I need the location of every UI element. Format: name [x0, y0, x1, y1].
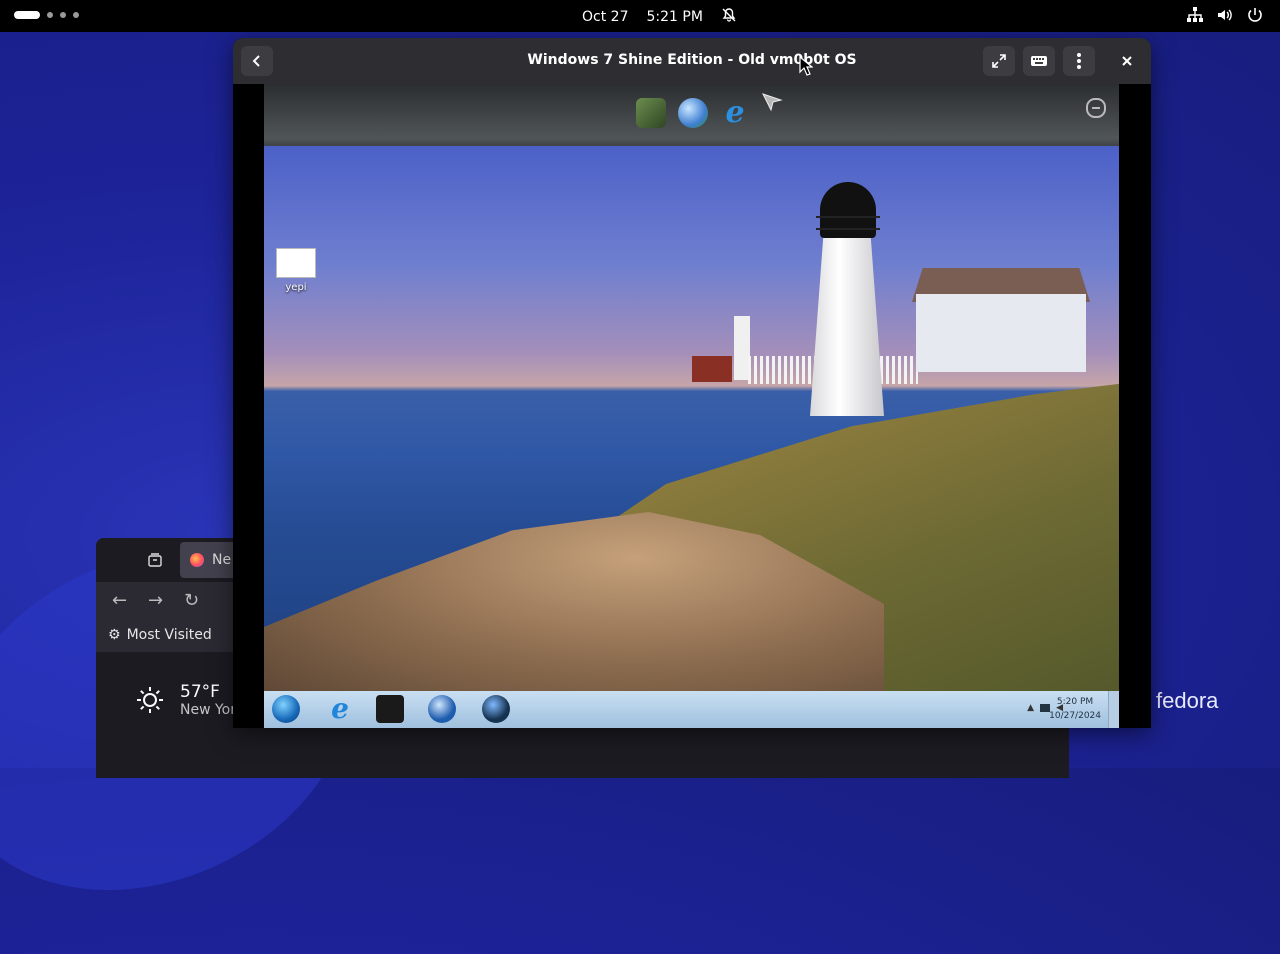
keyboard-button[interactable]	[1023, 46, 1055, 76]
red-shed	[692, 356, 732, 382]
clock[interactable]: Oct 27 5:21 PM	[582, 7, 737, 27]
document-icon	[276, 248, 316, 278]
tab-overview-icon[interactable]	[146, 551, 164, 569]
system-tray[interactable]	[1186, 6, 1264, 24]
clock-time: 5:21 PM	[646, 9, 703, 25]
desktop-wallpaper-lighthouse: yepi	[264, 146, 1119, 728]
weather-widget[interactable]: 57°F New Yor	[136, 682, 236, 718]
sun-icon	[137, 687, 163, 713]
most-visited-label: Most Visited	[126, 627, 212, 643]
firefox-tab-title: Ne	[212, 552, 232, 568]
start-button[interactable]	[272, 695, 300, 723]
fullscreen-icon	[992, 54, 1006, 68]
power-icon[interactable]	[1246, 6, 1264, 24]
network-icon[interactable]	[1186, 6, 1204, 24]
workspace-indicator[interactable]	[14, 11, 79, 19]
workspace-dot[interactable]	[73, 12, 79, 18]
globe-icon[interactable]	[482, 695, 510, 723]
top-bar: Oct 27 5:21 PM	[0, 0, 1280, 32]
mouse-cursor-icon	[799, 56, 813, 76]
internet-explorer-icon[interactable]: e	[326, 695, 354, 723]
show-desktop-button[interactable]	[1108, 691, 1119, 728]
back-arrow-icon[interactable]: ←	[112, 590, 127, 611]
gear-icon: ⚙	[108, 627, 121, 643]
volume-icon[interactable]	[1216, 6, 1234, 24]
firefox-icon	[190, 553, 204, 567]
guest-menu-icon[interactable]	[1086, 98, 1106, 118]
guest-top-dock: e	[264, 84, 1119, 148]
windows-taskbar: e ▲ ◀ 5:20 PM 10/27/2024	[264, 691, 1119, 728]
lighthouse-rail	[816, 216, 880, 230]
kebab-menu-icon	[1077, 53, 1081, 69]
keeper-house	[916, 294, 1086, 372]
vm-display[interactable]: e yepi e ▲ ◀ 5:20 PM 10/27/2024	[264, 84, 1119, 728]
desktop-icon-label: yepi	[285, 282, 307, 293]
media-player-icon[interactable]	[428, 695, 456, 723]
clock-date: Oct 27	[582, 9, 629, 25]
app-icon[interactable]	[636, 98, 666, 128]
menu-button[interactable]	[1063, 46, 1095, 76]
desktop-icon-yepi[interactable]: yepi	[276, 248, 316, 293]
tray-arrow-icon[interactable]: ▲	[1027, 703, 1034, 713]
guest-cursor-icon	[762, 93, 783, 112]
workspace-dot[interactable]	[47, 12, 53, 18]
workspace-dot[interactable]	[60, 12, 66, 18]
notifications-off-icon	[721, 7, 737, 27]
reload-icon[interactable]: ↻	[184, 590, 199, 611]
close-icon	[1122, 56, 1132, 66]
close-button[interactable]	[1111, 46, 1143, 76]
keyboard-icon	[1031, 56, 1047, 66]
internet-explorer-icon[interactable]: e	[720, 98, 750, 128]
network-globe-icon[interactable]	[678, 98, 708, 128]
vm-window[interactable]: Windows 7 Shine Edition - Old vm0b0t OS …	[233, 38, 1151, 728]
guest-clock-date: 10/27/2024	[1049, 711, 1101, 721]
fedora-logo: fedora	[1156, 688, 1219, 713]
weather-city: New Yor	[180, 702, 236, 718]
lighthouse	[810, 236, 884, 416]
terminal-box-icon[interactable]	[376, 695, 404, 723]
vm-header-bar: Windows 7 Shine Edition - Old vm0b0t OS	[233, 38, 1151, 84]
fullscreen-button[interactable]	[983, 46, 1015, 76]
most-visited-bookmark[interactable]: ⚙ Most Visited	[108, 627, 212, 643]
guest-clock[interactable]: 5:20 PM 10/27/2024	[1049, 695, 1101, 723]
weather-temp: 57°F	[180, 682, 220, 702]
forward-arrow-icon[interactable]: →	[148, 590, 163, 611]
guest-clock-time: 5:20 PM	[1056, 697, 1094, 707]
workspace-active[interactable]	[14, 11, 40, 19]
